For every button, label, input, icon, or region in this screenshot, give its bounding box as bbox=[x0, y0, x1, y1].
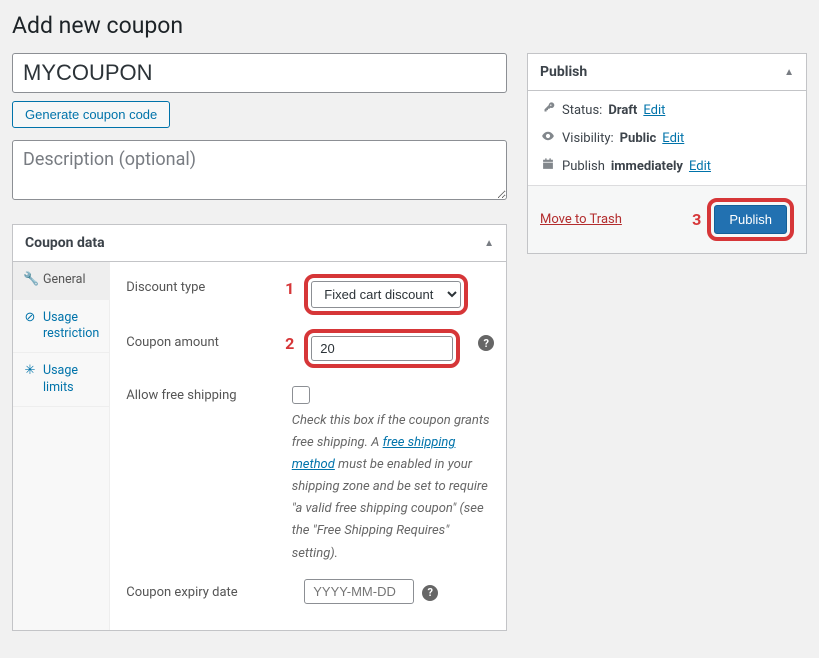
coupon-data-panel-header[interactable]: Coupon data ▲ bbox=[13, 225, 506, 262]
coupon-code-input[interactable] bbox=[12, 53, 507, 93]
schedule-edit-link[interactable]: Edit bbox=[689, 159, 711, 174]
annotation-highlight-2 bbox=[304, 329, 460, 368]
publish-button[interactable]: Publish bbox=[714, 205, 787, 234]
status-value: Draft bbox=[608, 103, 637, 118]
coupon-amount-input[interactable] bbox=[311, 336, 453, 361]
ban-icon: ⊘ bbox=[23, 310, 37, 327]
calendar-icon bbox=[540, 157, 556, 175]
visibility-edit-link[interactable]: Edit bbox=[662, 131, 684, 146]
generate-coupon-code-button[interactable]: Generate coupon code bbox=[12, 101, 170, 128]
help-icon[interactable]: ? bbox=[422, 585, 438, 601]
discount-type-select[interactable]: Fixed cart discount bbox=[311, 281, 461, 308]
page-title: Add new coupon bbox=[12, 12, 807, 39]
coupon-expiry-input[interactable] bbox=[304, 579, 414, 604]
free-shipping-hint: Check this box if the coupon grants free… bbox=[292, 410, 495, 565]
help-icon[interactable]: ? bbox=[478, 335, 494, 351]
status-edit-link[interactable]: Edit bbox=[643, 103, 665, 118]
key-icon bbox=[540, 101, 556, 119]
schedule-value: immediately bbox=[611, 159, 683, 174]
coupon-data-panel-title: Coupon data bbox=[25, 235, 105, 251]
discount-type-label: Discount type bbox=[126, 274, 266, 295]
tab-usage-limits-label: Usage limits bbox=[43, 363, 99, 396]
annotation-highlight-1: Fixed cart discount bbox=[304, 274, 468, 315]
wrench-icon: 🔧 bbox=[23, 272, 37, 289]
visibility-value: Public bbox=[620, 131, 657, 146]
tab-general-label: General bbox=[43, 272, 86, 288]
annotation-marker-2: 2 bbox=[276, 329, 294, 353]
annotation-marker-3: 3 bbox=[692, 210, 701, 229]
publish-panel-title: Publish bbox=[540, 64, 587, 80]
eye-icon bbox=[540, 129, 556, 147]
limits-icon: ✳ bbox=[23, 363, 37, 380]
description-textarea[interactable] bbox=[12, 140, 507, 200]
expiry-date-label: Coupon expiry date bbox=[126, 579, 266, 600]
publish-panel: Publish ▲ Status: Draft Edit Visibility: bbox=[527, 53, 807, 254]
status-label: Status: bbox=[562, 103, 602, 118]
move-to-trash-link[interactable]: Move to Trash bbox=[540, 212, 622, 227]
collapse-icon[interactable]: ▲ bbox=[784, 67, 794, 78]
tab-usage-limits[interactable]: ✳ Usage limits bbox=[13, 353, 109, 407]
coupon-data-panel: Coupon data ▲ 🔧 General ⊘ Usage restrict… bbox=[12, 224, 507, 631]
annotation-marker-1: 1 bbox=[276, 274, 294, 298]
coupon-data-tabs: 🔧 General ⊘ Usage restriction ✳ Usage li… bbox=[13, 262, 110, 630]
tab-usage-restriction-label: Usage restriction bbox=[43, 310, 99, 343]
collapse-icon[interactable]: ▲ bbox=[484, 238, 494, 249]
tab-content-general: Discount type 1 Fixed cart discount Coup… bbox=[110, 262, 510, 630]
publish-panel-header[interactable]: Publish ▲ bbox=[528, 54, 806, 91]
annotation-highlight-3: Publish bbox=[707, 198, 794, 241]
coupon-amount-label: Coupon amount bbox=[126, 329, 266, 350]
tab-general[interactable]: 🔧 General bbox=[13, 262, 109, 300]
free-shipping-checkbox[interactable] bbox=[292, 386, 310, 404]
schedule-label: Publish bbox=[562, 159, 605, 174]
visibility-label: Visibility: bbox=[562, 131, 614, 146]
free-shipping-label: Allow free shipping bbox=[126, 382, 255, 403]
tab-usage-restriction[interactable]: ⊘ Usage restriction bbox=[13, 300, 109, 354]
